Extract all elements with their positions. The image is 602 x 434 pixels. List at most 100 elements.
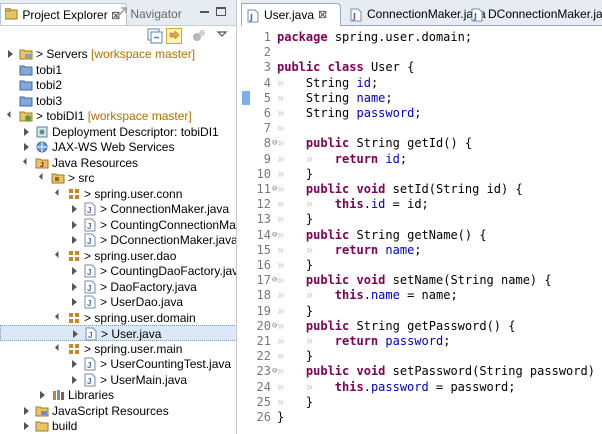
tree-item[interactable]: J > UserDao.java xyxy=(0,294,236,310)
code-text: » } xyxy=(277,349,314,364)
code-line[interactable]: 26} xyxy=(241,410,602,425)
line-number: 11 xyxy=(256,182,271,196)
code-line[interactable]: 23 ⊖» public void setPassword(String pass… xyxy=(241,364,602,379)
tree-item[interactable]: J > DaoFactory.java xyxy=(0,279,236,295)
deployment-descriptor-icon xyxy=(35,125,49,139)
tree-item[interactable]: tobi1 xyxy=(0,62,236,78)
collapsed-twisty-icon[interactable] xyxy=(72,282,77,291)
code-line[interactable]: 24 » » this.password = password; xyxy=(241,380,602,395)
line-number: 7 xyxy=(263,121,271,136)
code-line[interactable]: 6 » String password; xyxy=(241,106,602,121)
tree-item[interactable]: > spring.user.conn xyxy=(0,186,236,202)
project-explorer-panel: Project Explorer ⊠ Navigator > Servers [… xyxy=(0,0,237,434)
tree-item[interactable]: J > DConnectionMaker.java xyxy=(0,232,236,248)
code-line[interactable]: 19 » } xyxy=(241,304,602,319)
expanded-twisty-icon[interactable] xyxy=(54,312,63,320)
collapsed-twisty-icon[interactable] xyxy=(72,236,77,244)
collapsed-twisty-icon[interactable] xyxy=(72,205,77,213)
code-line[interactable]: 2 xyxy=(241,45,602,60)
tree-item[interactable]: JAX-WS Web Services xyxy=(0,139,236,155)
tree-item[interactable]: > tobiDI1 [workspace master] xyxy=(0,108,236,124)
code-line[interactable]: 22 » } xyxy=(241,349,602,364)
tab-user-java[interactable]: J User.java ⊠ xyxy=(241,3,341,26)
code-area[interactable]: 1 package spring.user.domain; 2 3 public cla… xyxy=(241,27,602,434)
code-line[interactable]: 13 » } xyxy=(241,212,602,227)
maximize-button[interactable] xyxy=(216,7,226,16)
close-icon[interactable]: ⊠ xyxy=(318,4,327,26)
collapsed-twisty-icon[interactable] xyxy=(72,267,77,275)
collapsed-twisty-icon[interactable] xyxy=(72,375,77,384)
tree-item[interactable]: J > User.java xyxy=(0,325,236,341)
collapsed-twisty-icon[interactable] xyxy=(72,220,77,229)
line-number: 20 xyxy=(256,318,271,333)
collapsed-twisty-icon[interactable] xyxy=(73,330,78,338)
tree-item[interactable]: > Servers [workspace master] xyxy=(0,46,236,62)
tree-item[interactable]: JavaScript Resources xyxy=(0,403,236,419)
code-line[interactable]: 4 » String id; xyxy=(241,76,602,91)
code-line[interactable]: 5 » String name; xyxy=(241,91,602,106)
tree-item[interactable]: J > UserCountingTest.java xyxy=(0,356,236,372)
tab-navigator[interactable]: Navigator xyxy=(115,3,182,25)
code-line[interactable]: 10 » } xyxy=(241,167,602,182)
code-line[interactable]: 8 ⊖» public String getId() { xyxy=(241,136,602,151)
code-line[interactable]: 12 » » this.id = id; xyxy=(241,197,602,212)
collapsed-twisty-icon[interactable] xyxy=(8,50,13,58)
code-line[interactable]: 18 » » this.name = name; xyxy=(241,288,602,303)
tree-item[interactable]: Deployment Descriptor: tobiDI1 xyxy=(0,124,236,140)
tree-item[interactable]: Libraries xyxy=(0,387,236,403)
expanded-twisty-icon[interactable] xyxy=(54,188,63,196)
collapsed-twisty-icon[interactable] xyxy=(24,143,29,151)
focus-icon[interactable] xyxy=(191,28,207,44)
tree-item[interactable]: tobi3 xyxy=(0,93,236,109)
tree-item[interactable]: tobi2 xyxy=(0,77,236,93)
line-number: 5 xyxy=(263,90,271,105)
expanded-twisty-icon[interactable] xyxy=(38,172,47,181)
tab-connection-maker-java[interactable]: J ConnectionMaker.java xyxy=(345,3,486,26)
expanded-twisty-icon[interactable] xyxy=(54,343,63,351)
collapsed-twisty-icon[interactable] xyxy=(72,360,77,368)
code-line[interactable]: 3 public class User { xyxy=(241,60,602,75)
tree-item[interactable]: > spring.user.domain xyxy=(0,310,236,326)
collapse-all-button[interactable] xyxy=(147,28,163,44)
collapsed-twisty-icon[interactable] xyxy=(72,298,77,306)
tree-item[interactable]: J > UserMain.java xyxy=(0,372,236,388)
code-line[interactable]: 7» xyxy=(241,121,602,136)
code-line[interactable]: 9 » » return id; xyxy=(241,152,602,167)
code-text: » String password; xyxy=(277,106,422,120)
expanded-twisty-icon[interactable] xyxy=(54,250,63,258)
expanded-twisty-icon[interactable] xyxy=(6,110,15,119)
tree-item[interactable]: > spring.user.main xyxy=(0,341,236,357)
collapsed-twisty-icon[interactable] xyxy=(24,127,29,136)
code-text: » public void setPassword(String passwor… xyxy=(277,364,595,379)
code-text: » String name; xyxy=(277,90,393,105)
tree-item[interactable]: J > CountingDaoFactory.java xyxy=(0,263,236,279)
tree-item[interactable]: J Java Resources xyxy=(0,155,236,171)
tree-item[interactable]: J > ConnectionMaker.java xyxy=(0,201,236,217)
code-line[interactable]: 20 ⊖» public String getPassword() { xyxy=(241,319,602,334)
source-folder-icon xyxy=(51,171,65,185)
code-line[interactable]: 25 » } xyxy=(241,395,602,410)
code-line[interactable]: 15 » » return name; xyxy=(241,243,602,258)
expanded-twisty-icon[interactable] xyxy=(22,157,31,165)
tree-item[interactable]: build xyxy=(0,418,236,434)
minimize-button[interactable] xyxy=(200,11,209,13)
code-line[interactable]: 1 package spring.user.domain; xyxy=(241,30,602,45)
tree-item[interactable]: J > CountingConnectionMaker.ja xyxy=(0,217,236,233)
code-line[interactable]: 11 ⊖» public void setId(String id) { xyxy=(241,182,602,197)
tree-item[interactable]: > spring.user.dao xyxy=(0,248,236,264)
code-line[interactable]: 21 » » return password; xyxy=(241,334,602,349)
tree-item[interactable]: > src xyxy=(0,170,236,186)
tab-project-explorer[interactable]: Project Explorer ⊠ xyxy=(0,3,128,25)
link-with-editor-button[interactable] xyxy=(166,28,182,44)
collapsed-twisty-icon[interactable] xyxy=(40,391,45,399)
view-menu-button[interactable] xyxy=(216,28,232,44)
collapsed-twisty-icon[interactable] xyxy=(24,406,29,415)
code-line[interactable]: 17 ⊖» public void setName(String name) { xyxy=(241,273,602,288)
collapsed-twisty-icon[interactable] xyxy=(24,422,29,430)
code-line[interactable]: 16 » } xyxy=(241,258,602,273)
code-text: » » return password; xyxy=(277,334,451,348)
code-line[interactable]: 14 ⊖» public String getName() { xyxy=(241,228,602,243)
workspace-suffix: [workspace master] xyxy=(87,47,196,61)
tree-item-label: tobi3 xyxy=(36,93,63,108)
tab-dconnection-maker-java[interactable]: J DConnectionMaker.java xyxy=(466,3,602,26)
